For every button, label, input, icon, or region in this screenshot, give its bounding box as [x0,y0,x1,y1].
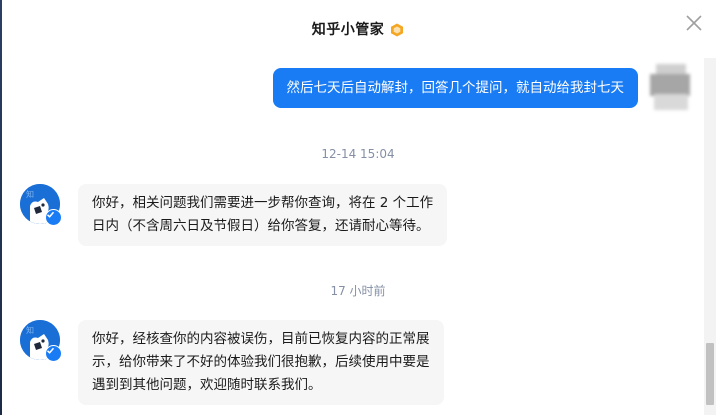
message-text: 然后七天后自动解封，回答几个提问，就自动给我封七天 [286,80,625,96]
message-text: 示，给你带来了不好的体验我们很抱歉，后续使用中要是 [92,354,430,370]
message-text: 日内（不含周六日及节假日）给你答复，还请耐心等待。 [92,218,430,234]
bot-avatar-glyph: 知 [26,325,34,335]
bot-avatar-glyph: 知 [26,189,34,199]
timestamp: 12-14 15:04 [321,147,395,161]
bot-avatar[interactable]: 知 [20,184,62,226]
message-bubble-bot[interactable]: 你好，经核查你的内容被误伤，目前已恢复内容的正常展 示，给你带来了不好的体验我们… [78,320,444,405]
chat-title: 知乎小管家 [311,22,385,38]
message-text: 你好，相关问题我们需要进一步帮你查询，将在 2 个工作 [92,195,434,211]
chat-header: 知乎小管家 [0,0,716,58]
message-row-bot: 知 你好，经核查你的内容被误伤，目前已恢复内容的正常展 示，给你带来了不好的体验… [20,320,444,405]
chat-window: 知乎小管家 然后七天后自动解封，回答几个提问，就自动给我封七天 12-14 15… [0,0,716,415]
official-badge-icon [390,22,404,37]
close-icon[interactable] [684,13,704,33]
message-row-me: 然后七天后自动解封，回答几个提问，就自动给我封七天 [272,64,695,114]
verified-icon [45,209,62,226]
scrollbar-thumb[interactable] [706,343,714,405]
user-avatar[interactable] [650,64,694,114]
message-text: 遇到到其他问题，欢迎随时联系我们。 [92,377,322,393]
message-row-bot: 知 你好，相关问题我们需要进一步帮你查询，将在 2 个工作 日内（不含周六日及节… [20,184,448,246]
background-edge [0,0,2,415]
timestamp: 17 小时前 [330,284,386,298]
verified-icon [45,345,62,362]
bot-avatar[interactable]: 知 [20,320,62,362]
message-text: 你好，经核查你的内容被误伤，目前已恢复内容的正常展 [92,331,430,347]
message-bubble-bot[interactable]: 你好，相关问题我们需要进一步帮你查询，将在 2 个工作 日内（不含周六日及节假日… [78,184,448,246]
message-bubble-me[interactable]: 然后七天后自动解封，回答几个提问，就自动给我封七天 [272,68,638,108]
